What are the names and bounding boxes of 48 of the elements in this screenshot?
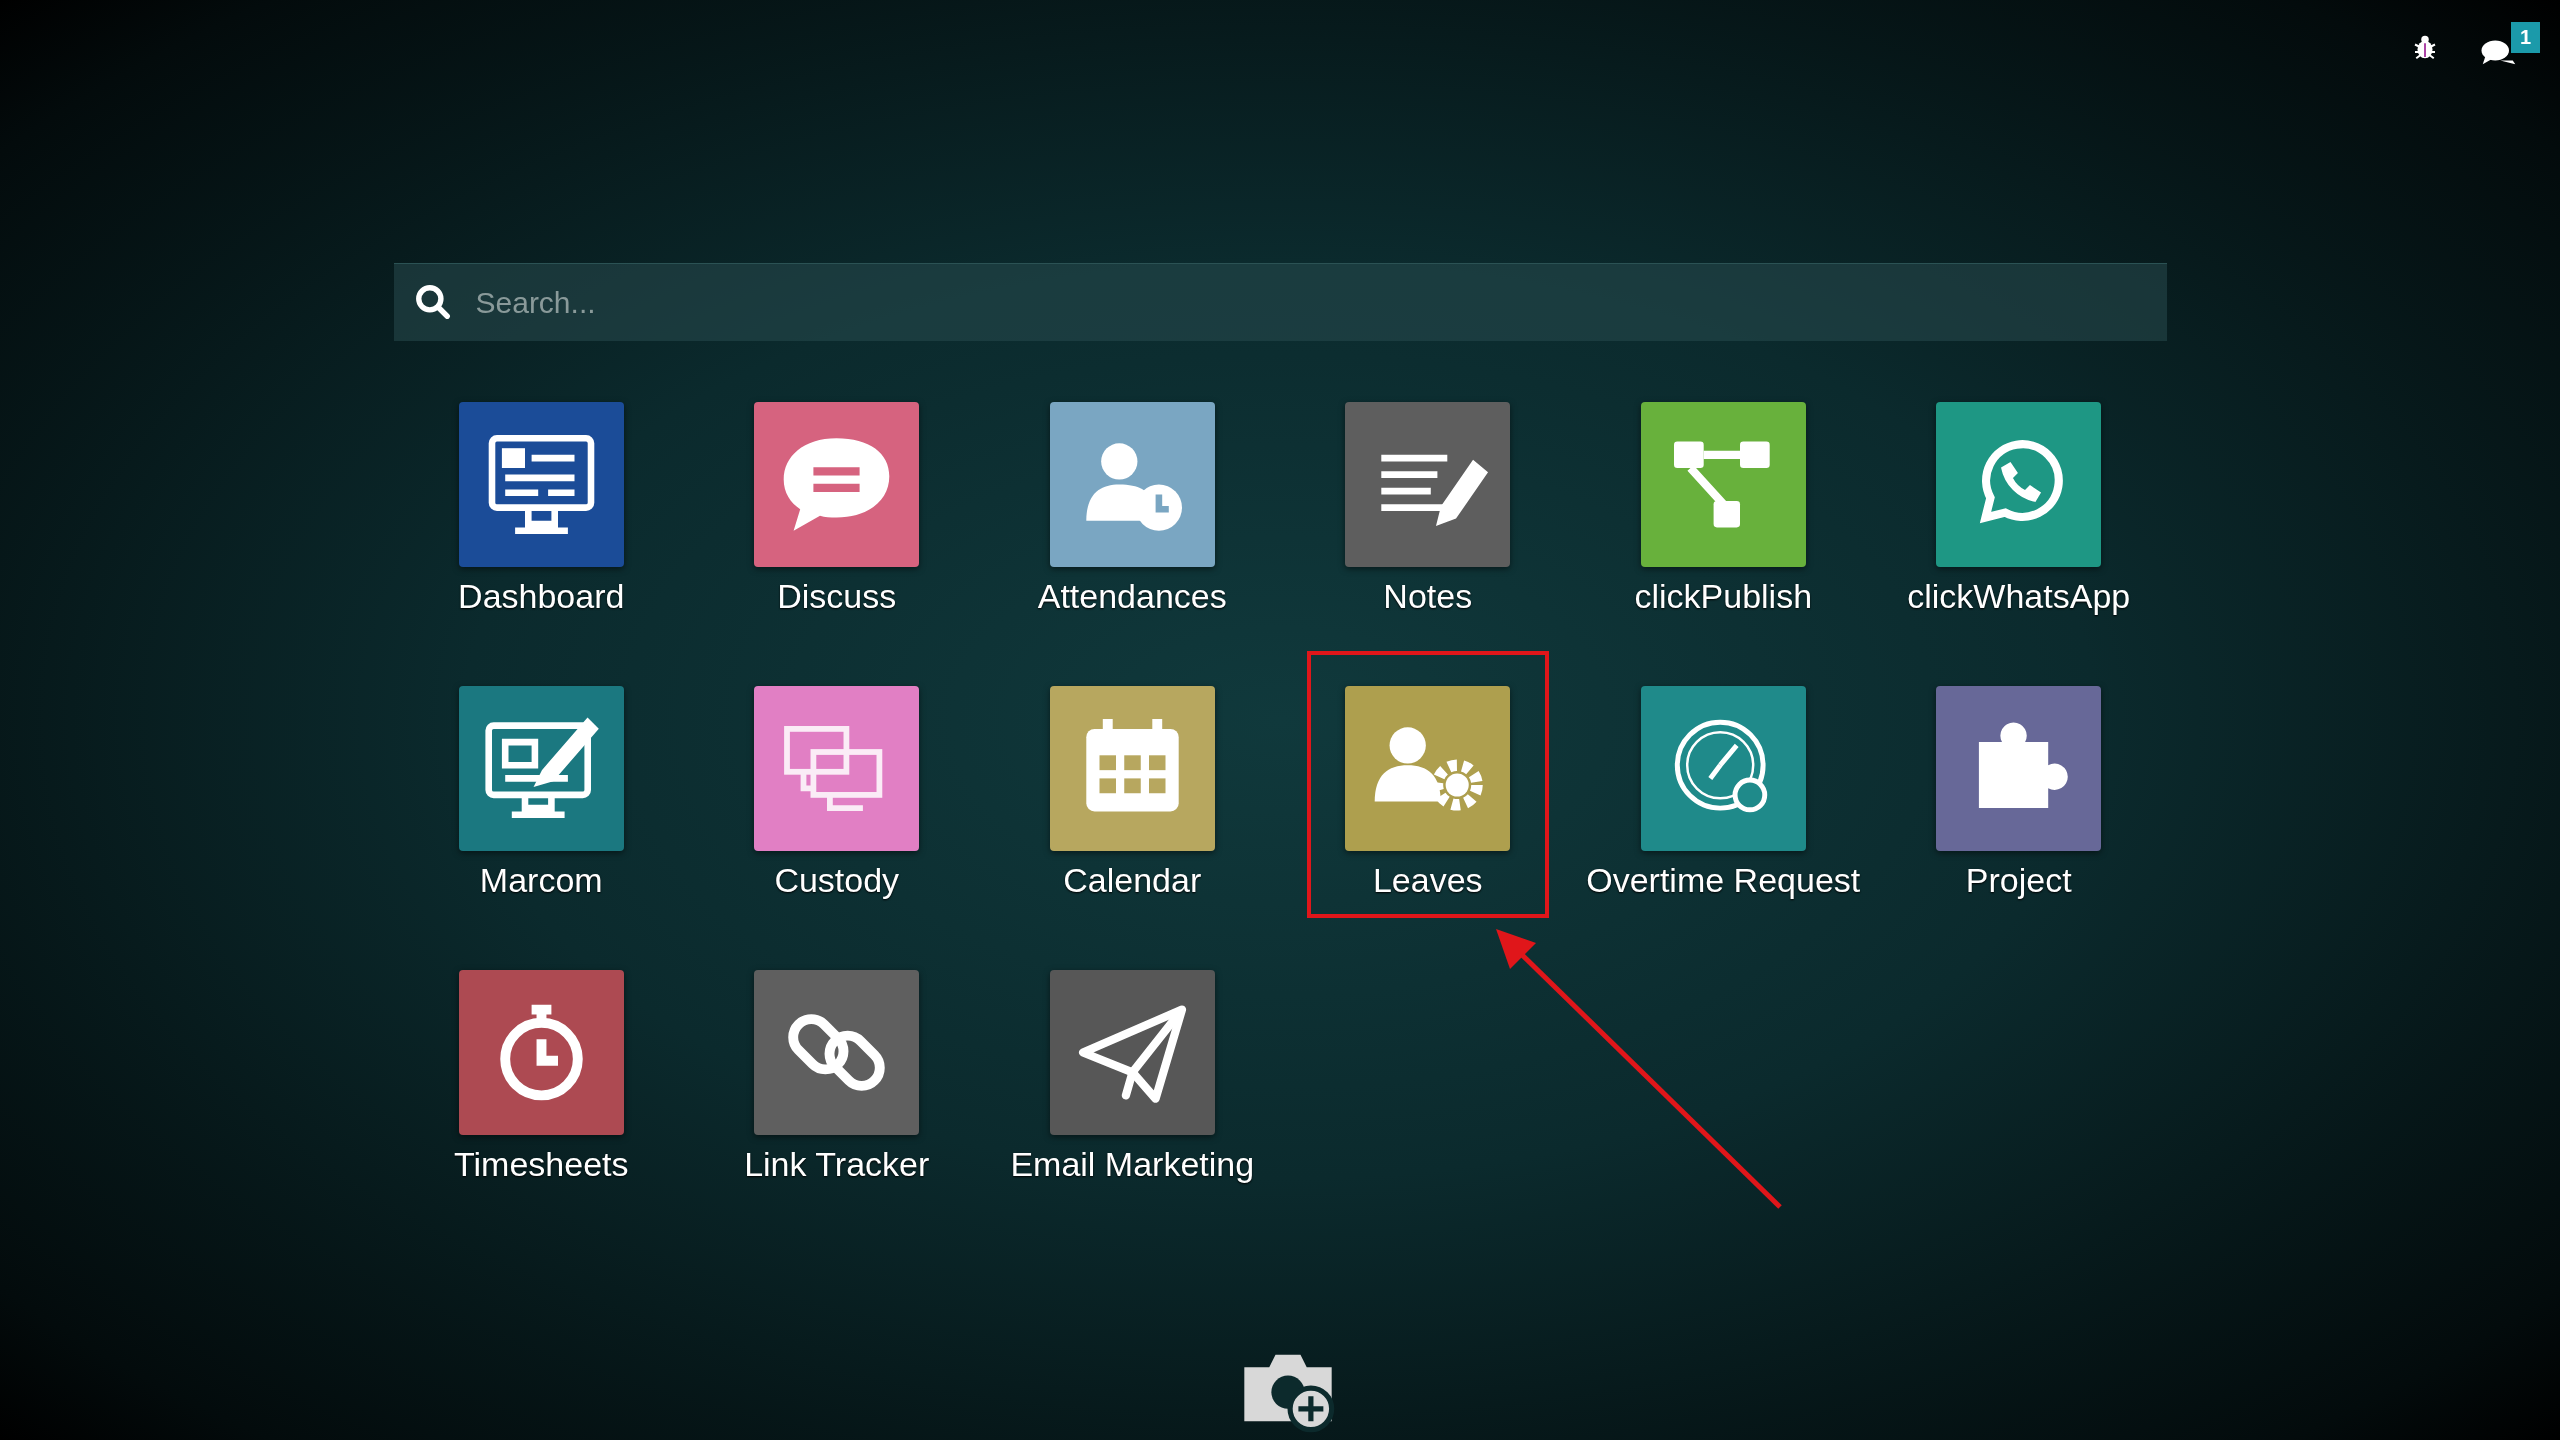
publish-app-icon [1640, 402, 1806, 567]
email-app-icon [1049, 970, 1215, 1135]
attendances-app-icon [1049, 402, 1215, 567]
app-tile[interactable]: Leaves [1306, 651, 1549, 918]
project-app-icon [1936, 686, 2102, 851]
calendar-app-icon [1049, 686, 1215, 851]
notification-badge: 1 [2510, 22, 2540, 53]
app-label: Notes [1383, 577, 1473, 616]
app-label: Custody [774, 861, 900, 900]
app-label: Discuss [777, 577, 897, 616]
discuss-app-icon [754, 402, 920, 567]
whatsapp-app-icon [1936, 402, 2102, 567]
app-label: Timesheets [454, 1145, 629, 1184]
app-label: clickWhatsApp [1907, 577, 2131, 616]
custody-app-icon [754, 686, 920, 851]
app-tile[interactable]: clickWhatsApp [1897, 367, 2140, 634]
app-label: Marcom [479, 861, 603, 900]
app-label: Calendar [1063, 861, 1202, 900]
app-tile[interactable]: Overtime Request [1578, 651, 1869, 918]
timesheets-app-icon [458, 970, 624, 1135]
dashboard-app-icon [458, 402, 624, 567]
app-tile[interactable]: Link Tracker [715, 935, 958, 1202]
marcom-app-icon [458, 686, 624, 851]
app-label: Project [1965, 861, 2072, 900]
app-label: Attendances [1037, 577, 1227, 616]
app-tile[interactable]: Email Marketing [1002, 935, 1263, 1202]
app-tile[interactable]: Marcom [420, 651, 663, 918]
app-tile[interactable]: Notes [1306, 367, 1549, 634]
app-label: clickPublish [1634, 577, 1813, 616]
app-label: Link Tracker [744, 1145, 930, 1184]
app-label: Email Marketing [1010, 1145, 1255, 1184]
app-tile[interactable]: Custody [715, 651, 958, 918]
app-tile[interactable]: Dashboard [420, 367, 663, 634]
app-label: Dashboard [458, 577, 625, 616]
notes-app-icon [1345, 402, 1511, 567]
search-field[interactable]: Search... [393, 263, 2167, 341]
app-tile[interactable]: Project [1897, 651, 2140, 918]
overtime-app-icon [1640, 686, 1806, 851]
link-app-icon [754, 970, 920, 1135]
search-icon [413, 283, 452, 321]
leaves-app-icon [1345, 686, 1511, 851]
app-tile[interactable]: clickPublish [1602, 367, 1845, 634]
app-tile[interactable]: Calendar [1011, 651, 1254, 918]
app-label: Leaves [1372, 861, 1483, 900]
app-label: Overtime Request [1586, 861, 1861, 900]
app-tile[interactable]: Discuss [715, 367, 958, 634]
app-tile[interactable]: Timesheets [420, 935, 663, 1202]
app-tile[interactable]: Attendances [1011, 367, 1254, 634]
